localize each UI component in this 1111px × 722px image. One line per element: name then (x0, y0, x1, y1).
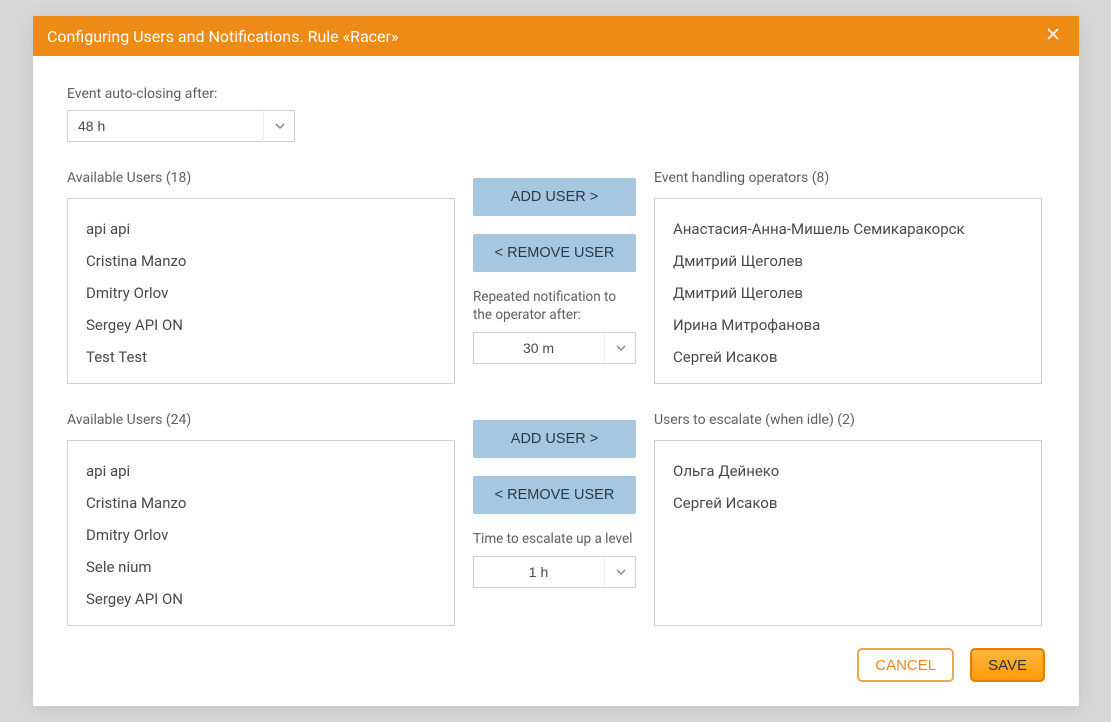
escalate-time-value[interactable] (473, 556, 636, 588)
dialog-title: Configuring Users and Notifications. Rul… (47, 27, 398, 46)
repeated-notification-value[interactable] (473, 332, 636, 364)
available-users-2-list[interactable]: api api Cristina Manzo Dmitry Orlov Sele… (67, 440, 455, 626)
section-escalate: Available Users (24) api api Cristina Ma… (67, 412, 1045, 626)
list-item[interactable]: api api (68, 455, 454, 487)
list-item[interactable]: Sele nium (68, 551, 454, 583)
cancel-button[interactable]: CANCEL (857, 648, 954, 682)
transfer-controls-1: ADD USER > < REMOVE USER Repeated notifi… (473, 170, 636, 384)
auto-close-select[interactable] (67, 110, 295, 142)
available-users-1: Available Users (18) api api Cristina Ma… (67, 170, 455, 384)
add-user-button[interactable]: ADD USER > (473, 178, 636, 216)
available-users-1-label: Available Users (18) (67, 170, 455, 186)
escalate-users-label: Users to escalate (when idle) (2) (654, 412, 1042, 428)
auto-close-value[interactable] (67, 110, 295, 142)
remove-user-button[interactable]: < REMOVE USER (473, 476, 636, 514)
list-item[interactable]: Sergey API ON (68, 583, 454, 615)
list-item[interactable]: Дмитрий Щеголев (655, 245, 1041, 277)
transfer-controls-2: ADD USER > < REMOVE USER Time to escalat… (473, 412, 636, 626)
auto-close-label: Event auto-closing after: (67, 86, 1045, 102)
list-item[interactable]: Sergey API ON (68, 309, 454, 341)
remove-user-button[interactable]: < REMOVE USER (473, 234, 636, 272)
repeated-notification-select[interactable] (473, 332, 636, 364)
available-users-2: Available Users (24) api api Cristina Ma… (67, 412, 455, 626)
add-user-button[interactable]: ADD USER > (473, 420, 636, 458)
section-operators: Available Users (18) api api Cristina Ma… (67, 170, 1045, 384)
list-item[interactable]: api api (68, 213, 454, 245)
escalate-users: Users to escalate (when idle) (2) Ольга … (654, 412, 1042, 626)
escalate-time-select[interactable] (473, 556, 636, 588)
close-icon[interactable] (1041, 25, 1065, 47)
auto-close-field: Event auto-closing after: (67, 86, 1045, 142)
event-operators: Event handling operators (8) Анастасия-А… (654, 170, 1042, 384)
repeated-notification-label: Repeated notification to the operator af… (473, 288, 636, 324)
list-item[interactable]: Ирина Митрофанова (655, 309, 1041, 341)
list-item[interactable]: Сергей Исаков (655, 487, 1041, 519)
content: Event auto-closing after: Available User… (33, 56, 1079, 646)
available-users-1-list[interactable]: api api Cristina Manzo Dmitry Orlov Serg… (67, 198, 455, 384)
list-item[interactable]: Cristina Manzo (68, 245, 454, 277)
available-users-2-label: Available Users (24) (67, 412, 455, 428)
list-item[interactable]: Сергей Исаков (655, 341, 1041, 373)
list-item[interactable]: Test Test (68, 341, 454, 373)
escalate-users-list[interactable]: Ольга Дейнеко Сергей Исаков (654, 440, 1042, 626)
list-item[interactable]: Анастасия-Анна-Мишель Семикаракорск (655, 213, 1041, 245)
event-operators-label: Event handling operators (8) (654, 170, 1042, 186)
save-button[interactable]: SAVE (970, 648, 1045, 682)
list-item[interactable]: Ольга Дейнеко (655, 455, 1041, 487)
escalate-time-label: Time to escalate up a level (473, 530, 636, 548)
dialog: Configuring Users and Notifications. Rul… (33, 16, 1079, 706)
list-item[interactable]: Dmitry Orlov (68, 277, 454, 309)
list-item[interactable]: Dmitry Orlov (68, 519, 454, 551)
list-item[interactable]: Cristina Manzo (68, 487, 454, 519)
event-operators-list[interactable]: Анастасия-Анна-Мишель Семикаракорск Дмит… (654, 198, 1042, 384)
titlebar: Configuring Users and Notifications. Rul… (33, 16, 1079, 56)
dialog-footer: CANCEL SAVE (857, 648, 1045, 682)
list-item[interactable]: Дмитрий Щеголев (655, 277, 1041, 309)
